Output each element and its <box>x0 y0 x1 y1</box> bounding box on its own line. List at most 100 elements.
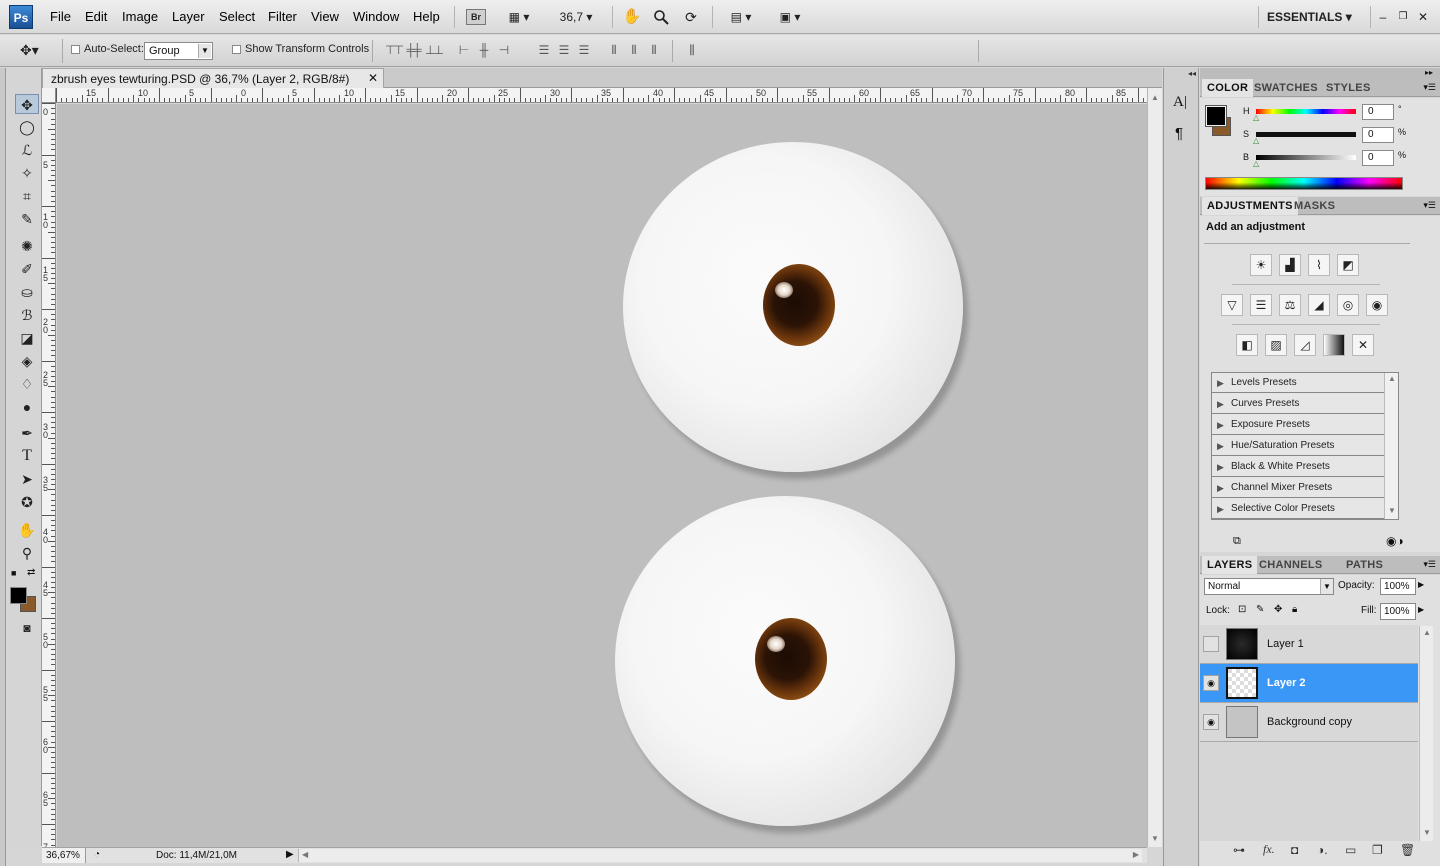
layer-name[interactable]: Layer 2 <box>1267 677 1306 689</box>
new-layer-icon[interactable]: ❐ <box>1372 843 1383 857</box>
arrange-documents-icon[interactable]: ▤ ▾ <box>723 7 759 27</box>
lasso-tool-icon[interactable]: ℒ <box>15 140 39 160</box>
selective-color-icon[interactable]: ✕ <box>1352 334 1374 356</box>
align-bottom-icon[interactable]: ⊥⊥ <box>425 43 444 57</box>
mini-bridge-icon[interactable]: ▦ ▾ <box>502 7 536 27</box>
preset-black-white[interactable]: ▶ Black & White Presets <box>1212 457 1384 477</box>
color-panel-foreground-swatch[interactable] <box>1205 105 1227 127</box>
close-document-icon[interactable]: ✕ <box>368 71 378 85</box>
delete-layer-icon[interactable]: 🗑︎ <box>1400 843 1415 857</box>
brush-tool-icon[interactable]: ✐ <box>15 259 39 279</box>
posterize-icon[interactable]: ▨ <box>1265 334 1287 356</box>
history-brush-tool-icon[interactable]: ℬ <box>15 305 39 325</box>
default-colors-icon[interactable]: ■ <box>11 568 16 578</box>
preset-hue-saturation[interactable]: ▶ Hue/Saturation Presets <box>1212 436 1384 456</box>
align-vcenter-icon[interactable]: ╪╪ <box>405 43 421 57</box>
tab-styles[interactable]: STYLES <box>1321 79 1376 97</box>
vertical-scrollbar[interactable]: ▲ ▼ <box>1147 88 1162 847</box>
show-transform-controls-checkbox[interactable] <box>232 45 241 54</box>
close-icon[interactable]: ✕ <box>1416 7 1430 27</box>
zoom-level-select[interactable]: 36,7 ▾ <box>551 7 601 27</box>
menu-layer[interactable]: Layer <box>172 9 205 24</box>
layer-row-background-copy[interactable]: ◉ Background copy <box>1200 703 1418 742</box>
lock-pixels-icon[interactable]: ✎ <box>1256 604 1264 615</box>
crop-tool-icon[interactable]: ⌗ <box>15 186 39 206</box>
saturation-slider-handle[interactable]: △ <box>1253 136 1259 145</box>
document-canvas[interactable] <box>57 104 1147 847</box>
hue-saturation-icon[interactable]: ☰ <box>1250 294 1272 316</box>
preset-selective-color[interactable]: ▶ Selective Color Presets <box>1212 499 1384 519</box>
opacity-input[interactable]: 100% <box>1380 578 1416 595</box>
layer-name[interactable]: Background copy <box>1267 716 1352 728</box>
lock-transparency-icon[interactable]: ⊡ <box>1238 604 1246 615</box>
dodge-tool-icon[interactable]: ● <box>15 397 39 417</box>
menu-window[interactable]: Window <box>353 9 399 24</box>
distribute-right-icon[interactable]: ⫴ <box>645 43 661 57</box>
pen-tool-icon[interactable]: ✒ <box>15 423 39 443</box>
layer-row-layer-2[interactable]: ◉ Layer 2 <box>1200 664 1418 703</box>
fill-slider-arrow[interactable]: ▶ <box>1418 605 1424 614</box>
tab-adjustments[interactable]: ADJUSTMENTS <box>1202 197 1298 215</box>
zoom-tool-icon[interactable]: ⚲ <box>15 543 39 563</box>
tab-swatches[interactable]: SWATCHES <box>1249 79 1323 97</box>
ruler-origin[interactable] <box>42 88 56 103</box>
color-spectrum-bar[interactable] <box>1205 177 1403 190</box>
move-tool-preset-icon[interactable]: ✥▾ <box>20 42 39 59</box>
levels-icon[interactable]: ▟ <box>1279 254 1301 276</box>
menu-edit[interactable]: Edit <box>85 9 107 24</box>
workspace-switcher[interactable]: ESSENTIALS ▾ <box>1267 7 1362 27</box>
brightness-input[interactable]: 0 <box>1362 150 1394 166</box>
auto-select-dropdown[interactable]: Group ▼ <box>144 42 213 60</box>
menu-select[interactable]: Select <box>219 9 255 24</box>
document-tab[interactable]: zbrush eyes tewturing.PSD @ 36,7% (Layer… <box>42 68 384 88</box>
auto-align-layers-icon[interactable]: ⫼ <box>683 43 699 57</box>
move-tool-icon[interactable]: ✥ <box>15 94 39 114</box>
brightness-slider-handle[interactable]: △ <box>1253 159 1259 168</box>
lock-all-icon[interactable]: 🔒︎ <box>1292 604 1297 615</box>
tab-layers[interactable]: LAYERS <box>1202 556 1258 574</box>
paint-bucket-tool-icon[interactable]: ◈ <box>15 351 39 371</box>
photo-filter-icon[interactable]: ◎ <box>1337 294 1359 316</box>
new-adjustment-layer-icon[interactable]: ◑. <box>1317 843 1328 857</box>
layer-row-layer-1[interactable]: Layer 1 <box>1200 625 1418 664</box>
invert-icon[interactable]: ◧ <box>1236 334 1258 356</box>
minimize-icon[interactable]: – <box>1376 7 1390 27</box>
custom-shape-tool-icon[interactable]: ✪ <box>15 492 39 512</box>
brightness-slider[interactable] <box>1256 155 1356 160</box>
clone-stamp-tool-icon[interactable]: ⛀ <box>15 282 39 302</box>
scroll-down-arrow[interactable]: ▼ <box>1151 834 1159 843</box>
rotate-view-icon[interactable]: ⟳ <box>680 7 702 27</box>
preset-levels[interactable]: ▶ Levels Presets <box>1212 373 1384 393</box>
layer-name[interactable]: Layer 1 <box>1267 638 1304 650</box>
clip-to-layer-icon[interactable]: ◉◑ <box>1386 534 1404 548</box>
eye-icon[interactable]: ◉ <box>1203 714 1219 730</box>
layers-panel-menu-icon[interactable]: ▾☰ <box>1423 559 1436 570</box>
saturation-slider[interactable] <box>1256 132 1356 137</box>
horizontal-scrollbar[interactable]: ◀ ▶ <box>298 849 1142 862</box>
zoom-percent-field[interactable]: 36,67% <box>42 848 86 863</box>
adjustments-panel-menu-icon[interactable]: ▾☰ <box>1423 200 1436 211</box>
align-hcenter-icon[interactable]: ╫ <box>475 43 491 57</box>
hand-icon[interactable]: ✋ <box>622 7 642 27</box>
gradient-map-icon[interactable] <box>1323 334 1345 356</box>
layer-style-icon[interactable]: fx. <box>1263 842 1275 857</box>
quick-mask-icon[interactable]: ◙ <box>15 618 39 638</box>
paragraph-panel-icon[interactable]: ¶ <box>1175 125 1183 142</box>
curves-icon[interactable]: ⌇ <box>1308 254 1330 276</box>
tab-channels[interactable]: CHANNELS <box>1254 556 1328 574</box>
scroll-up-arrow[interactable]: ▲ <box>1151 93 1159 102</box>
add-mask-icon[interactable]: ◘ <box>1291 843 1298 857</box>
collapse-strip-icon[interactable]: ◂◂ <box>1188 69 1196 78</box>
color-balance-icon[interactable]: ⚖ <box>1279 294 1301 316</box>
zoom-icon[interactable] <box>651 7 671 27</box>
menu-help[interactable]: Help <box>413 9 440 24</box>
character-panel-icon[interactable]: A| <box>1173 94 1187 111</box>
hue-slider[interactable] <box>1256 109 1356 114</box>
layer-visibility-toggle[interactable] <box>1203 636 1219 652</box>
menu-filter[interactable]: Filter <box>268 9 297 24</box>
tab-paths[interactable]: PATHS <box>1341 556 1388 574</box>
threshold-icon[interactable]: ◿ <box>1294 334 1316 356</box>
vibrance-icon[interactable]: ▽ <box>1221 294 1243 316</box>
expand-panels-icon[interactable]: ▸▸ <box>1425 68 1433 77</box>
status-expand-arrow[interactable]: ▶ <box>286 849 294 860</box>
